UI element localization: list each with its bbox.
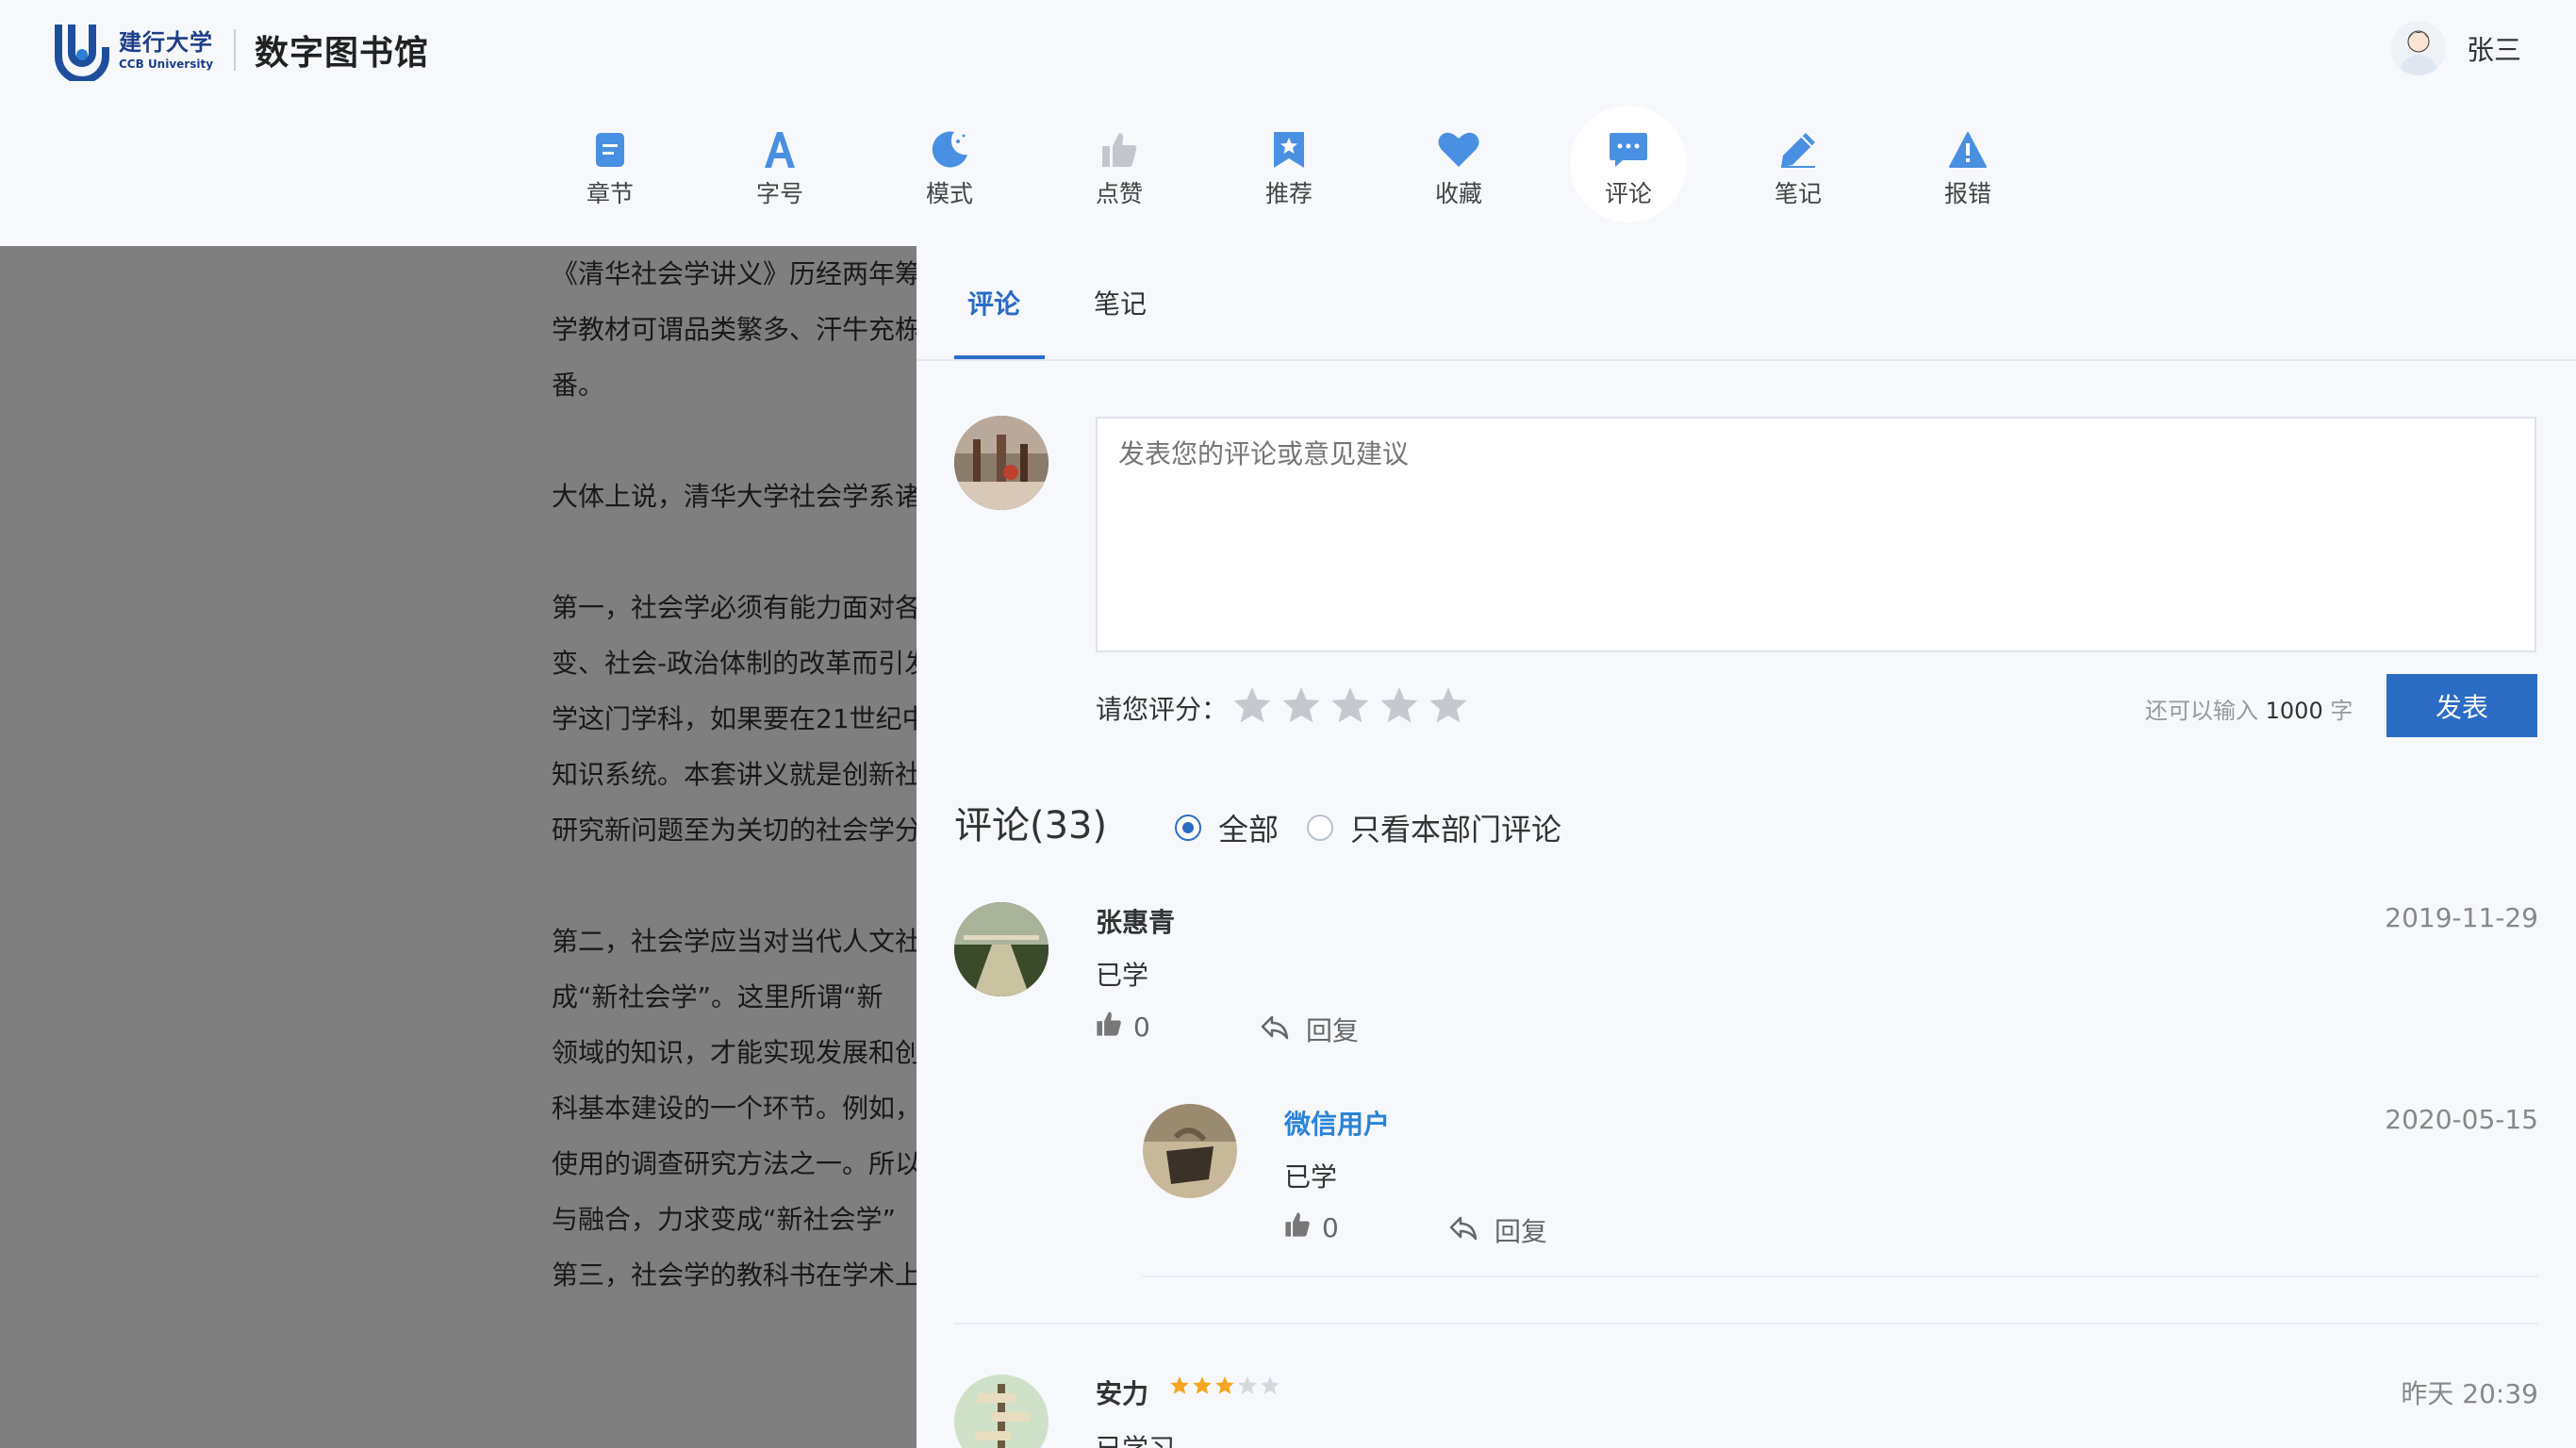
filter-all[interactable]: 全部 xyxy=(1175,806,1279,849)
filter-label: 全部 xyxy=(1218,812,1280,847)
tool-label: 收藏 xyxy=(1434,180,1482,207)
commenter-name[interactable]: 张惠青 xyxy=(1096,902,1175,940)
pencil-icon xyxy=(1776,128,1820,172)
rating-star-empty-icon[interactable] xyxy=(1326,682,1375,729)
star-empty-icon xyxy=(1260,1375,1280,1401)
comment-date: 2019-11-29 xyxy=(2385,902,2538,933)
char-remaining-prefix: 还可以输入 xyxy=(2145,698,2258,724)
tool-note[interactable]: 笔记 xyxy=(1740,106,1857,222)
comment-text: 已学 xyxy=(1096,960,1149,991)
reply-like-button[interactable]: 0 xyxy=(1284,1211,1339,1244)
commenter-avatar[interactable] xyxy=(954,1374,1049,1448)
user-menu[interactable]: 张三 xyxy=(2390,21,2521,75)
replier-avatar[interactable] xyxy=(1143,1104,1237,1198)
submit-comment-button[interactable]: 发表 xyxy=(2386,674,2537,737)
star-filled-icon xyxy=(1192,1375,1213,1401)
tab-notes[interactable]: 笔记 xyxy=(1094,284,1147,321)
chapter-icon xyxy=(588,128,632,172)
rating-label: 请您评分： xyxy=(1096,694,1229,725)
char-remaining-suffix: 字 xyxy=(2330,698,2353,724)
rating-star-empty-icon[interactable] xyxy=(1375,682,1424,729)
radio-unselected-icon[interactable] xyxy=(1307,814,1333,841)
reply-text: 已学 xyxy=(1284,1161,1338,1193)
reader-toolbar: 章节 字号 模式 点赞 推荐 收藏 评论 笔记 报错 xyxy=(552,106,2004,238)
reply-divider xyxy=(1143,1275,2538,1277)
reply-arrow-icon xyxy=(1261,1013,1289,1046)
brand-chinese-name: 建行大学 xyxy=(119,27,213,56)
comment-panel: 评论 笔记 请您评分： 还可以输入 1000 字 发表 评论(33) 全部 只看… xyxy=(916,246,2576,1448)
panel-tabs: 评论 笔记 xyxy=(916,246,2576,361)
moon-icon xyxy=(928,128,971,172)
star-filled-icon xyxy=(1214,1375,1235,1401)
tool-chapter[interactable]: 章节 xyxy=(552,106,669,222)
char-remaining-count: 1000 xyxy=(2265,698,2323,724)
reply-button[interactable]: 回复 xyxy=(1261,1011,1359,1048)
radio-selected-icon[interactable] xyxy=(1175,814,1201,841)
rating-star-empty-icon[interactable] xyxy=(1228,682,1277,729)
top-header: 建行大学 CCB University 数字图书馆 张三 章节 字号 模式 点赞… xyxy=(0,0,2576,246)
replier-name[interactable]: 微信用户 xyxy=(1284,1104,1390,1142)
rating-star-empty-icon[interactable] xyxy=(1277,682,1326,729)
comment-icon xyxy=(1607,128,1650,172)
tool-report-error[interactable]: 报错 xyxy=(1909,106,2026,222)
tool-label: 笔记 xyxy=(1774,180,1822,207)
reply-reply-button[interactable]: 回复 xyxy=(1449,1211,1547,1249)
star-empty-icon xyxy=(1237,1375,1258,1401)
tool-font-size[interactable]: 字号 xyxy=(721,106,838,222)
comment-text: 已学习 xyxy=(1096,1428,1175,1448)
comment-input[interactable] xyxy=(1096,417,2536,652)
tool-recommend[interactable]: 推荐 xyxy=(1230,106,1347,222)
tool-like[interactable]: 点赞 xyxy=(1061,106,1178,222)
tool-label: 字号 xyxy=(755,180,803,207)
warning-icon xyxy=(1946,128,1990,172)
ccb-university-logo-icon xyxy=(55,19,109,84)
reply-label: 回复 xyxy=(1494,1216,1548,1247)
char-remaining: 还可以输入 1000 字 xyxy=(2145,692,2353,725)
user-name: 张三 xyxy=(2466,34,2521,66)
like-count: 0 xyxy=(1133,1012,1150,1043)
brand[interactable]: 建行大学 CCB University 数字图书馆 xyxy=(55,17,430,84)
reply-arrow-icon xyxy=(1449,1214,1478,1247)
thumbs-up-icon xyxy=(1284,1211,1311,1244)
tool-label: 评论 xyxy=(1604,180,1652,207)
tool-favorite[interactable]: 收藏 xyxy=(1400,106,1517,222)
brand-english-name: CCB University xyxy=(119,57,214,71)
filter-label: 只看本部门评论 xyxy=(1350,812,1562,847)
brand-divider xyxy=(234,29,237,71)
rating-star-empty-icon[interactable] xyxy=(1424,682,1473,729)
star-filled-icon xyxy=(1169,1375,1190,1401)
tool-label: 报错 xyxy=(1943,180,1991,207)
comment-divider xyxy=(954,1323,2538,1325)
commenter-name[interactable]: 安力 xyxy=(1096,1374,1148,1411)
active-tab-indicator xyxy=(954,355,1045,359)
commenter-avatar[interactable] xyxy=(954,902,1049,996)
tool-comment[interactable]: 评论 xyxy=(1570,106,1687,222)
tab-comments[interactable]: 评论 xyxy=(967,284,1020,321)
tool-label: 推荐 xyxy=(1264,180,1313,207)
app-title: 数字图书馆 xyxy=(255,34,430,73)
tool-label: 点赞 xyxy=(1095,180,1143,207)
user-avatar-icon[interactable] xyxy=(2390,21,2446,75)
heart-icon xyxy=(1437,128,1480,172)
my-avatar xyxy=(954,416,1049,510)
like-button[interactable]: 0 xyxy=(1096,1011,1150,1044)
reply-label: 回复 xyxy=(1306,1015,1360,1046)
dim-overlay[interactable] xyxy=(0,246,916,1448)
font-size-icon xyxy=(758,128,801,172)
tool-label: 模式 xyxy=(925,180,973,207)
comments-count-title: 评论(33) xyxy=(954,804,1108,847)
comment-date: 昨天 20:39 xyxy=(2401,1378,2538,1409)
comment-rating xyxy=(1169,1375,1282,1401)
filter-department[interactable]: 只看本部门评论 xyxy=(1307,806,1561,849)
tool-label: 章节 xyxy=(586,180,634,207)
bookmark-star-icon xyxy=(1267,128,1311,172)
rating-stars[interactable] xyxy=(1228,682,1473,729)
tool-mode[interactable]: 模式 xyxy=(891,106,1008,222)
reply-date: 2020-05-15 xyxy=(2385,1104,2538,1135)
thumbs-up-icon xyxy=(1098,128,1141,172)
like-count: 0 xyxy=(1322,1212,1339,1243)
thumbs-up-icon xyxy=(1096,1011,1122,1044)
